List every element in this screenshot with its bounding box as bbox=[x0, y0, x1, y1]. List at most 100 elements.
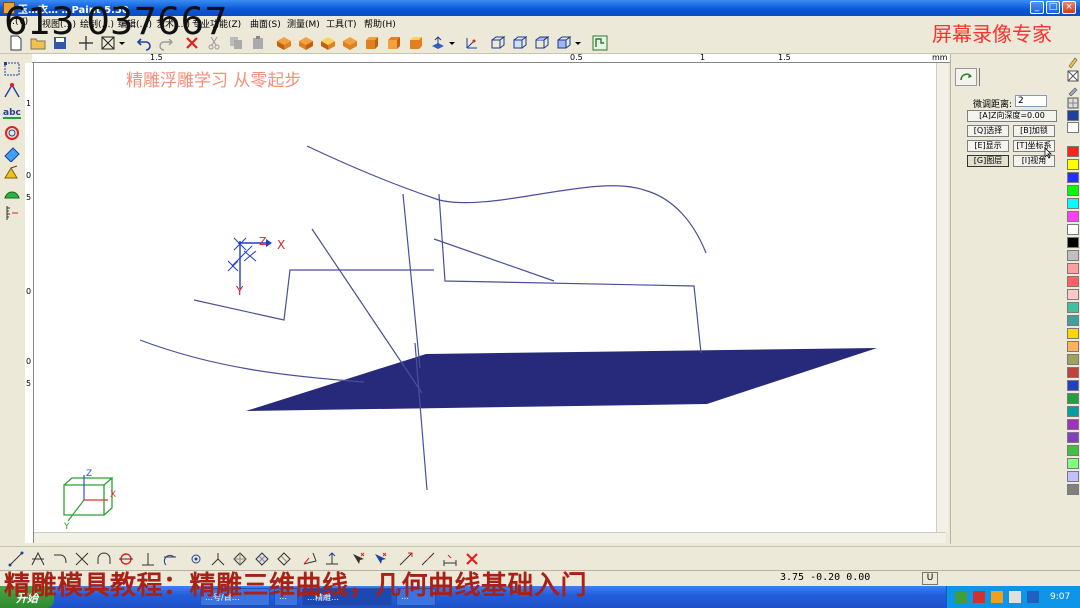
view-iso-3-icon[interactable] bbox=[320, 35, 336, 51]
display-button[interactable]: [E]显示 bbox=[967, 140, 1009, 152]
measure-line-icon[interactable] bbox=[442, 551, 458, 567]
relief-icon[interactable] bbox=[3, 184, 21, 202]
color-swatch[interactable] bbox=[1067, 419, 1079, 430]
view-iso-2-icon[interactable] bbox=[298, 35, 314, 51]
color-swatch[interactable] bbox=[1067, 172, 1079, 183]
color-swatch[interactable] bbox=[1067, 185, 1079, 196]
node-edit-icon[interactable] bbox=[3, 82, 21, 100]
eraser-icon[interactable] bbox=[3, 144, 21, 162]
wire-box-1-icon[interactable] bbox=[490, 35, 506, 51]
maximize-button[interactable]: □ bbox=[1046, 1, 1060, 14]
sweep-icon[interactable] bbox=[302, 551, 318, 567]
vertical-scrollbar[interactable] bbox=[936, 63, 948, 533]
corner-icon[interactable] bbox=[52, 551, 68, 567]
point-snap-icon[interactable] bbox=[188, 551, 204, 567]
select-node-icon[interactable] bbox=[3, 60, 21, 78]
trim-icon[interactable] bbox=[74, 551, 90, 567]
color-swatch[interactable] bbox=[1067, 458, 1079, 469]
curve-group[interactable] bbox=[139, 145, 707, 491]
color-swatch[interactable] bbox=[1067, 341, 1079, 352]
scroll-up-button[interactable] bbox=[1067, 122, 1079, 133]
view-iso-4-icon[interactable] bbox=[342, 35, 358, 51]
color-swatch[interactable] bbox=[1067, 250, 1079, 261]
menu-item-tools[interactable]: 工具(T) bbox=[326, 17, 357, 30]
mesh-1-icon[interactable] bbox=[232, 551, 248, 567]
color-swatch[interactable] bbox=[1067, 393, 1079, 404]
coordinate-icon[interactable] bbox=[464, 35, 480, 51]
close-button[interactable]: × bbox=[1062, 1, 1076, 14]
z-depth-button[interactable]: [A]Z向深度=0.00 bbox=[967, 110, 1057, 122]
project-icon[interactable] bbox=[324, 551, 340, 567]
pencil-icon[interactable] bbox=[1067, 56, 1079, 68]
no-color-icon[interactable] bbox=[1067, 70, 1079, 82]
color-swatch[interactable] bbox=[1067, 224, 1079, 235]
view-custom-icon[interactable] bbox=[430, 35, 446, 51]
color-swatch[interactable] bbox=[1067, 328, 1079, 339]
ring-tool-icon[interactable] bbox=[3, 124, 21, 142]
line-tool-icon[interactable] bbox=[8, 551, 24, 567]
color-swatch[interactable] bbox=[1067, 237, 1079, 248]
color-swatch[interactable] bbox=[1067, 406, 1079, 417]
menu-item-surface[interactable]: 曲面(S) bbox=[250, 17, 281, 30]
eyedropper-icon[interactable] bbox=[1067, 84, 1079, 96]
color-swatch[interactable] bbox=[1067, 484, 1079, 495]
horizontal-scrollbar[interactable] bbox=[34, 532, 946, 543]
canvas-drawing[interactable]: X Z Y Z X Y bbox=[34, 63, 946, 543]
color-swatch[interactable] bbox=[1067, 146, 1079, 157]
pick-point-icon[interactable] bbox=[350, 551, 366, 567]
select-button[interactable]: [Q]选择 bbox=[967, 125, 1009, 137]
menu-item-help[interactable]: 帮助(H) bbox=[364, 17, 396, 30]
layer-button[interactable]: [G]图层 bbox=[967, 155, 1009, 167]
lock-button[interactable]: [B]加锁 bbox=[1013, 125, 1055, 137]
menu-item-measure[interactable]: 测量(M) bbox=[287, 17, 320, 30]
color-swatch[interactable] bbox=[1067, 302, 1079, 313]
surface-plane[interactable] bbox=[246, 348, 877, 411]
text-tool-icon[interactable]: abc bbox=[3, 104, 21, 122]
color-swatch[interactable] bbox=[1067, 471, 1079, 482]
color-swatch[interactable] bbox=[1067, 159, 1079, 170]
tangent-icon[interactable] bbox=[162, 551, 178, 567]
chevron-down-icon[interactable] bbox=[448, 35, 456, 51]
paste-icon[interactable] bbox=[250, 35, 266, 51]
cancel-icon[interactable] bbox=[464, 551, 480, 567]
current-color-swatch[interactable] bbox=[1067, 110, 1079, 121]
wire-box-3-icon[interactable] bbox=[534, 35, 550, 51]
color-swatch[interactable] bbox=[1067, 432, 1079, 443]
color-swatch[interactable] bbox=[1067, 198, 1079, 209]
pattern-icon[interactable] bbox=[1067, 97, 1079, 109]
layer-icon[interactable] bbox=[592, 35, 608, 51]
color-swatch[interactable] bbox=[1067, 276, 1079, 287]
circle-node-icon[interactable] bbox=[118, 551, 134, 567]
pick-curve-icon[interactable] bbox=[372, 551, 388, 567]
wire-box-2-icon[interactable] bbox=[512, 35, 528, 51]
mesh-2-icon[interactable] bbox=[254, 551, 270, 567]
extend-icon[interactable] bbox=[398, 551, 414, 567]
perpendicular-icon[interactable] bbox=[140, 551, 156, 567]
design-canvas[interactable]: X Z Y Z X Y bbox=[34, 63, 946, 543]
measure-icon[interactable] bbox=[3, 204, 21, 222]
view-top-icon[interactable] bbox=[408, 35, 424, 51]
chevron-down-icon[interactable] bbox=[574, 35, 582, 51]
copy-icon[interactable] bbox=[228, 35, 244, 51]
view-iso-1-icon[interactable] bbox=[276, 35, 292, 51]
color-swatch[interactable] bbox=[1067, 445, 1079, 456]
distance-input[interactable]: 2 bbox=[1015, 95, 1047, 107]
minimize-button[interactable]: _ bbox=[1030, 1, 1044, 14]
arc-icon[interactable] bbox=[96, 551, 112, 567]
panel-tab[interactable] bbox=[955, 68, 977, 86]
color-swatch[interactable] bbox=[1067, 263, 1079, 274]
tray-icons[interactable] bbox=[955, 590, 1045, 604]
split-icon[interactable] bbox=[420, 551, 436, 567]
color-swatch[interactable] bbox=[1067, 211, 1079, 222]
color-swatch[interactable] bbox=[1067, 367, 1079, 378]
branch-icon[interactable] bbox=[210, 551, 226, 567]
color-swatch[interactable] bbox=[1067, 289, 1079, 300]
color-swatch[interactable] bbox=[1067, 315, 1079, 326]
mesh-3-icon[interactable] bbox=[276, 551, 292, 567]
view-front-icon[interactable] bbox=[364, 35, 380, 51]
view-side-icon[interactable] bbox=[386, 35, 402, 51]
color-swatch[interactable] bbox=[1067, 354, 1079, 365]
paint-icon[interactable] bbox=[3, 164, 21, 182]
unit-box[interactable]: U bbox=[922, 572, 938, 585]
wire-box-4-icon[interactable] bbox=[556, 35, 572, 51]
